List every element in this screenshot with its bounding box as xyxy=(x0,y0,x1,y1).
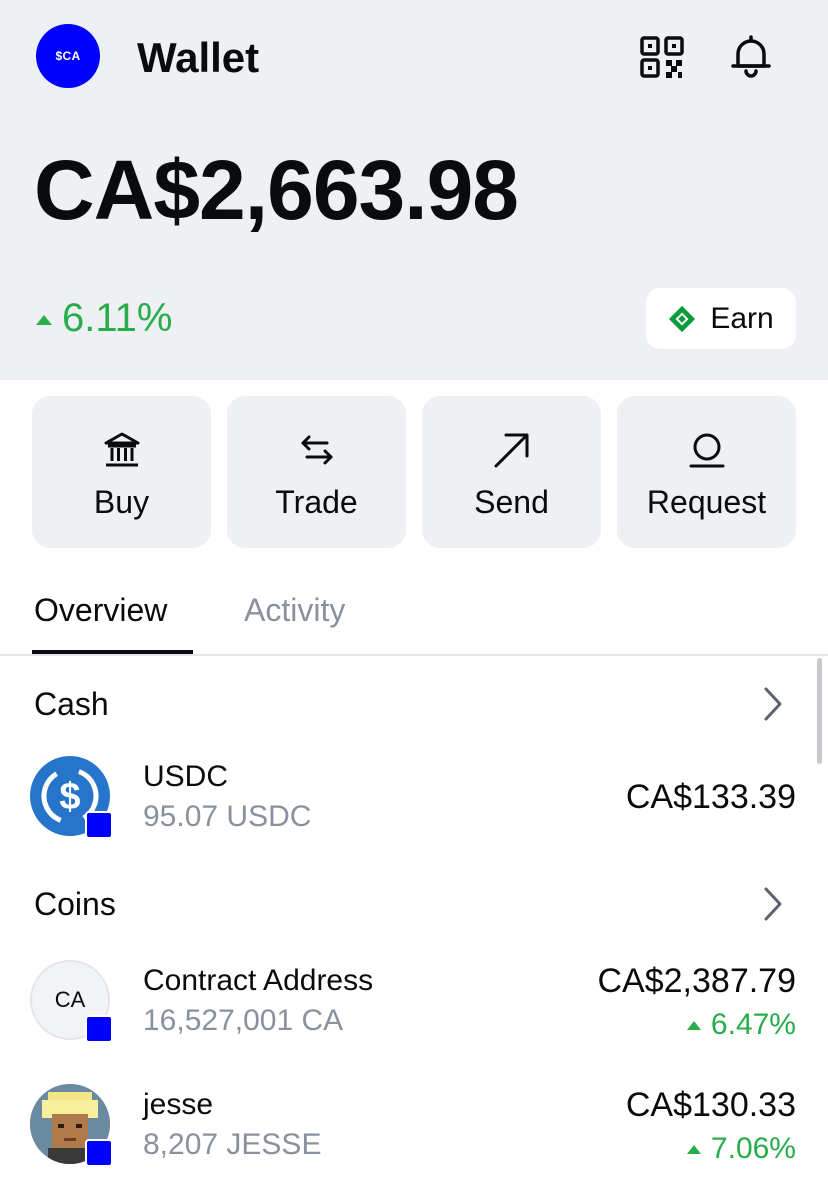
bank-icon xyxy=(104,432,139,466)
up-triangle-icon xyxy=(686,1144,701,1154)
send-label: Send xyxy=(474,483,549,520)
buy-label: Buy xyxy=(93,483,150,520)
total-balance: CA$2,663.98 xyxy=(34,143,519,237)
list-item[interactable]: jesse 8,207 JESSE CA$130.33 7.06% xyxy=(0,1084,828,1174)
balance-change: 6.11% xyxy=(36,296,172,341)
up-triangle-icon xyxy=(36,314,52,325)
asset-value: CA$130.33 xyxy=(625,1086,796,1124)
asset-change: 6.47% xyxy=(686,1008,796,1042)
arrow-up-right-icon xyxy=(494,433,528,467)
asset-name: USDC xyxy=(143,760,229,793)
chevron-right-icon[interactable] xyxy=(762,886,784,922)
coins-section-title: Coins xyxy=(34,886,116,922)
diamond-icon xyxy=(669,305,696,332)
list-item[interactable]: CA Contract Address 16,527,001 CA CA$2,3… xyxy=(0,960,828,1050)
account-avatar[interactable]: $CA xyxy=(36,24,100,88)
asset-value: CA$2,387.79 xyxy=(597,962,797,1000)
active-tab-indicator xyxy=(32,650,193,654)
receive-icon xyxy=(689,433,724,467)
network-badge xyxy=(85,1139,113,1167)
asset-change-value: 7.06% xyxy=(710,1132,796,1165)
request-button[interactable]: Request xyxy=(617,396,796,548)
earn-label: Earn xyxy=(710,301,774,335)
asset-value: CA$133.39 xyxy=(625,778,796,816)
buy-button[interactable]: Buy xyxy=(32,396,211,548)
asset-change: 7.06% xyxy=(686,1132,796,1166)
balance-change-value: 6.11% xyxy=(62,296,173,340)
tab-bar: Overview Activity xyxy=(0,582,828,656)
tab-activity[interactable]: Activity xyxy=(244,592,345,629)
qr-code-icon[interactable] xyxy=(640,36,684,78)
earn-button[interactable]: Earn xyxy=(646,288,796,349)
cash-section-title: Cash xyxy=(34,686,109,722)
list-item[interactable]: $ USDC 95.07 USDC CA$133.39 xyxy=(0,756,828,846)
up-triangle-icon xyxy=(686,1020,701,1030)
trade-button[interactable]: Trade xyxy=(227,396,406,548)
network-badge xyxy=(85,811,113,839)
asset-name: Contract Address xyxy=(143,964,374,997)
asset-amount: 8,207 JESSE xyxy=(143,1128,322,1161)
asset-change-value: 6.47% xyxy=(710,1008,796,1041)
asset-amount: 16,527,001 CA xyxy=(143,1004,344,1037)
bell-icon[interactable] xyxy=(728,34,774,80)
asset-name: jesse xyxy=(143,1088,214,1121)
send-button[interactable]: Send xyxy=(422,396,601,548)
asset-amount: 95.07 USDC xyxy=(143,800,312,833)
wallet-header: $CA Wallet CA$2,663.98 6.11% Earn xyxy=(0,0,828,380)
quick-actions: Buy Trade Send Request xyxy=(32,396,796,548)
network-badge xyxy=(85,1015,113,1043)
chevron-right-icon[interactable] xyxy=(762,686,784,722)
request-label: Request xyxy=(646,483,767,520)
svg-text:$: $ xyxy=(59,776,80,818)
scrollbar[interactable] xyxy=(817,658,822,764)
tab-overview[interactable]: Overview xyxy=(34,592,167,629)
swap-arrows-icon xyxy=(301,435,332,464)
page-title: Wallet xyxy=(137,34,260,81)
trade-label: Trade xyxy=(275,483,358,520)
